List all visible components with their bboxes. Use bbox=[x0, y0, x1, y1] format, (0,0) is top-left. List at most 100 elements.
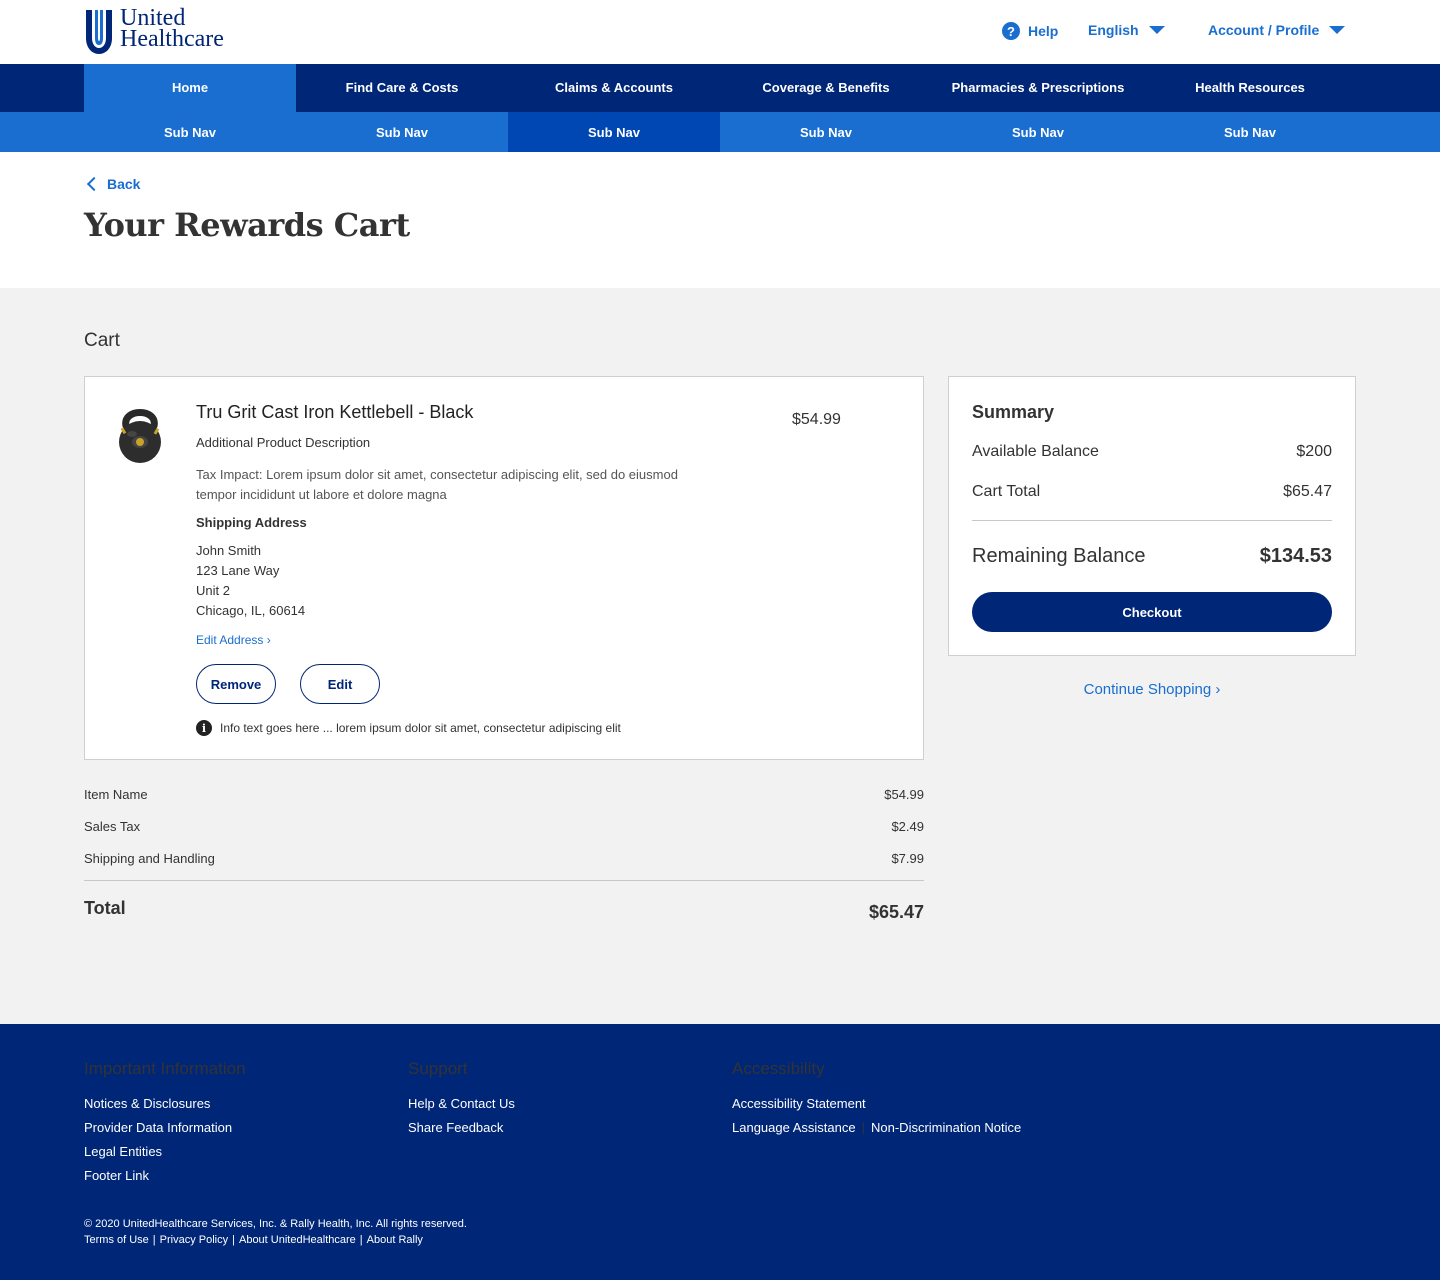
brand-logo[interactable]: United Healthcare bbox=[84, 6, 224, 56]
cart-total-row: Cart Total $65.47 bbox=[972, 483, 1332, 501]
cost-line-item: Item Name $54.99 bbox=[84, 787, 924, 802]
chevron-down-icon bbox=[1148, 26, 1165, 34]
footer-column-important: Important Information Notices & Disclosu… bbox=[84, 1058, 246, 1188]
subnav-item-5[interactable]: Sub Nav bbox=[932, 112, 1144, 152]
shipping-address-heading: Shipping Address bbox=[196, 515, 307, 530]
footer-column-support: Support Help & Contact Us Share Feedback bbox=[408, 1058, 515, 1140]
footer-link[interactable]: Language Assistance bbox=[732, 1116, 856, 1140]
language-dropdown[interactable]: English bbox=[1088, 22, 1165, 38]
cost-line-item: Shipping and Handling $7.99 bbox=[84, 851, 924, 866]
page-title: Your Rewards Cart bbox=[84, 206, 410, 244]
footer-link[interactable]: Share Feedback bbox=[408, 1116, 515, 1140]
chevron-down-icon bbox=[1329, 26, 1346, 34]
edit-address-link[interactable]: Edit Address › bbox=[196, 633, 271, 647]
legal-links: Terms of Use | Privacy Policy | About Un… bbox=[84, 1232, 423, 1248]
footer-link[interactable]: Footer Link bbox=[84, 1164, 246, 1188]
separator: | bbox=[152, 1234, 156, 1246]
shipping-address: John Smith 123 Lane Way Unit 2 Chicago, … bbox=[196, 541, 305, 621]
subnav-item-1[interactable]: Sub Nav bbox=[84, 112, 296, 152]
remove-button[interactable]: Remove bbox=[196, 664, 276, 704]
help-link[interactable]: ? Help bbox=[1002, 22, 1058, 40]
top-header: United Healthcare ? Help English Account… bbox=[0, 0, 1440, 64]
account-profile-dropdown[interactable]: Account / Profile bbox=[1208, 22, 1346, 38]
info-text: Info text goes here ... lorem ipsum dolo… bbox=[220, 721, 621, 735]
address-line: 123 Lane Way bbox=[196, 563, 280, 578]
footer-link[interactable]: Accessibility Statement bbox=[732, 1092, 1021, 1116]
total-label: Total bbox=[84, 898, 126, 918]
continue-shopping-link[interactable]: Continue Shopping › bbox=[948, 681, 1356, 698]
brand-line-2: Healthcare bbox=[120, 26, 224, 52]
footer-heading: Accessibility bbox=[732, 1059, 825, 1078]
available-balance-row: Available Balance $200 bbox=[972, 443, 1332, 461]
product-price: $54.99 bbox=[792, 411, 841, 428]
nav-find-care-costs[interactable]: Find Care & Costs bbox=[296, 64, 508, 112]
back-link[interactable]: Back bbox=[86, 176, 140, 192]
footer-heading: Important Information bbox=[84, 1059, 246, 1078]
cart-total-label: Cart Total bbox=[972, 483, 1041, 500]
u-shield-icon bbox=[86, 10, 112, 54]
sub-nav: Sub Nav Sub Nav Sub Nav Sub Nav Sub Nav … bbox=[0, 112, 1440, 152]
nav-pharmacies-prescriptions[interactable]: Pharmacies & Prescriptions bbox=[932, 64, 1144, 112]
subnav-item-3[interactable]: Sub Nav bbox=[508, 112, 720, 152]
summary-title: Summary bbox=[972, 402, 1055, 422]
tax-impact-text: Tax Impact: Lorem ipsum dolor sit amet, … bbox=[196, 467, 678, 502]
nav-claims-accounts[interactable]: Claims & Accounts bbox=[508, 64, 720, 112]
remaining-balance-label: Remaining Balance bbox=[972, 545, 1146, 567]
language-label: English bbox=[1088, 22, 1139, 38]
footer-column-accessibility: Accessibility Accessibility Statement La… bbox=[732, 1058, 1021, 1140]
main-nav: Home Find Care & Costs Claims & Accounts… bbox=[0, 64, 1440, 112]
remaining-balance-value: $134.53 bbox=[1259, 545, 1332, 567]
cost-line-value: $7.99 bbox=[891, 851, 924, 866]
copyright: © 2020 UnitedHealthcare Services, Inc. &… bbox=[84, 1218, 467, 1230]
cost-line-value: $2.49 bbox=[891, 819, 924, 834]
remaining-balance-row: Remaining Balance $134.53 bbox=[972, 545, 1332, 568]
back-label: Back bbox=[107, 176, 141, 192]
footer-link[interactable]: Provider Data Information bbox=[84, 1116, 246, 1140]
nav-home[interactable]: Home bbox=[84, 64, 296, 112]
nav-health-resources[interactable]: Health Resources bbox=[1144, 64, 1356, 112]
product-description: Additional Product Description bbox=[196, 435, 371, 450]
checkout-button[interactable]: Checkout bbox=[972, 592, 1332, 632]
available-balance-label: Available Balance bbox=[972, 443, 1099, 460]
cost-line-value: $54.99 bbox=[884, 787, 924, 802]
help-icon: ? bbox=[1002, 22, 1020, 40]
info-message: i Info text goes here ... lorem ipsum do… bbox=[196, 720, 621, 736]
product-name: Tru Grit Cast Iron Kettlebell - Black bbox=[196, 402, 474, 422]
nav-coverage-benefits[interactable]: Coverage & Benefits bbox=[720, 64, 932, 112]
cart-heading: Cart bbox=[84, 330, 120, 351]
address-line: John Smith bbox=[196, 543, 262, 558]
legal-link[interactable]: About Rally bbox=[367, 1232, 423, 1248]
legal-link[interactable]: About UnitedHealthcare bbox=[239, 1232, 356, 1248]
address-line: Chicago, IL, 60614 bbox=[196, 603, 306, 618]
address-line: Unit 2 bbox=[196, 583, 230, 598]
cost-line-label: Shipping and Handling bbox=[84, 851, 215, 866]
footer-link[interactable]: Notices & Disclosures bbox=[84, 1092, 246, 1116]
available-balance-value: $200 bbox=[1296, 443, 1332, 460]
chevron-left-icon bbox=[86, 176, 102, 192]
separator: | bbox=[232, 1234, 235, 1246]
info-icon: i bbox=[196, 720, 212, 736]
cost-line-label: Sales Tax bbox=[84, 819, 141, 834]
cost-line-label: Item Name bbox=[84, 787, 148, 802]
legal-link[interactable]: Terms of Use bbox=[84, 1232, 149, 1248]
edit-button[interactable]: Edit bbox=[300, 664, 380, 704]
footer-link-row: Language Assistance | Non-Discrimination… bbox=[732, 1116, 1021, 1140]
divider bbox=[84, 880, 924, 881]
cost-line-item: Sales Tax $2.49 bbox=[84, 819, 924, 834]
footer-link[interactable]: Non-Discrimination Notice bbox=[871, 1116, 1021, 1140]
brand-wordmark: United Healthcare bbox=[120, 6, 224, 52]
separator: | bbox=[359, 1234, 363, 1246]
total-value: $65.47 bbox=[868, 902, 924, 922]
kettlebell-image bbox=[119, 409, 161, 463]
footer-heading: Support bbox=[408, 1059, 468, 1078]
account-label: Account / Profile bbox=[1208, 22, 1320, 38]
separator: | bbox=[861, 1120, 865, 1135]
cart-total-value: $65.47 bbox=[1283, 483, 1332, 500]
subnav-item-4[interactable]: Sub Nav bbox=[720, 112, 932, 152]
subnav-item-6[interactable]: Sub Nav bbox=[1144, 112, 1356, 152]
footer-link[interactable]: Legal Entities bbox=[84, 1140, 246, 1164]
legal-link[interactable]: Privacy Policy bbox=[160, 1232, 228, 1248]
divider bbox=[972, 520, 1332, 521]
subnav-item-2[interactable]: Sub Nav bbox=[296, 112, 508, 152]
footer-link[interactable]: Help & Contact Us bbox=[408, 1092, 515, 1116]
